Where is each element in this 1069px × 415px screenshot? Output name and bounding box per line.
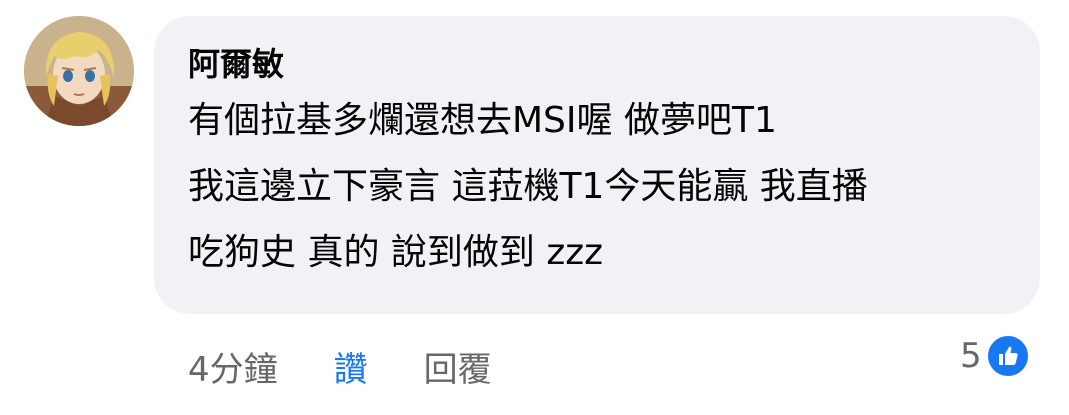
author-name[interactable]: 阿爾敏 [188, 40, 1040, 88]
reaction-summary[interactable]: 5 [960, 332, 1030, 380]
comment-bubble: 阿爾敏 有個拉基多爛還想去MSI喔 做夢吧T1 我這邊立下豪言 這菈機T1今天能… [154, 16, 1040, 314]
comment-actions: 4分鐘 讚 回覆 [188, 340, 492, 392]
like-button[interactable]: 讚 [334, 342, 368, 391]
reply-button[interactable]: 回覆 [424, 342, 492, 391]
thumbs-up-icon [985, 334, 1030, 378]
reaction-count: 5 [960, 336, 982, 376]
comment-text-line: 吃狗史 真的 說到做到 zzz [188, 232, 604, 273]
comment-text-line: 我這邊立下豪言 這菈機T1今天能贏 我直播 [188, 166, 868, 207]
comment-container: 阿爾敏 有個拉基多爛還想去MSI喔 做夢吧T1 我這邊立下豪言 這菈機T1今天能… [0, 0, 1069, 415]
avatar-image [24, 16, 134, 126]
comment-text-line: 有個拉基多爛還想去MSI喔 做夢吧T1 [188, 100, 777, 141]
comment-timestamp[interactable]: 4分鐘 [188, 342, 278, 391]
avatar[interactable] [24, 16, 134, 126]
